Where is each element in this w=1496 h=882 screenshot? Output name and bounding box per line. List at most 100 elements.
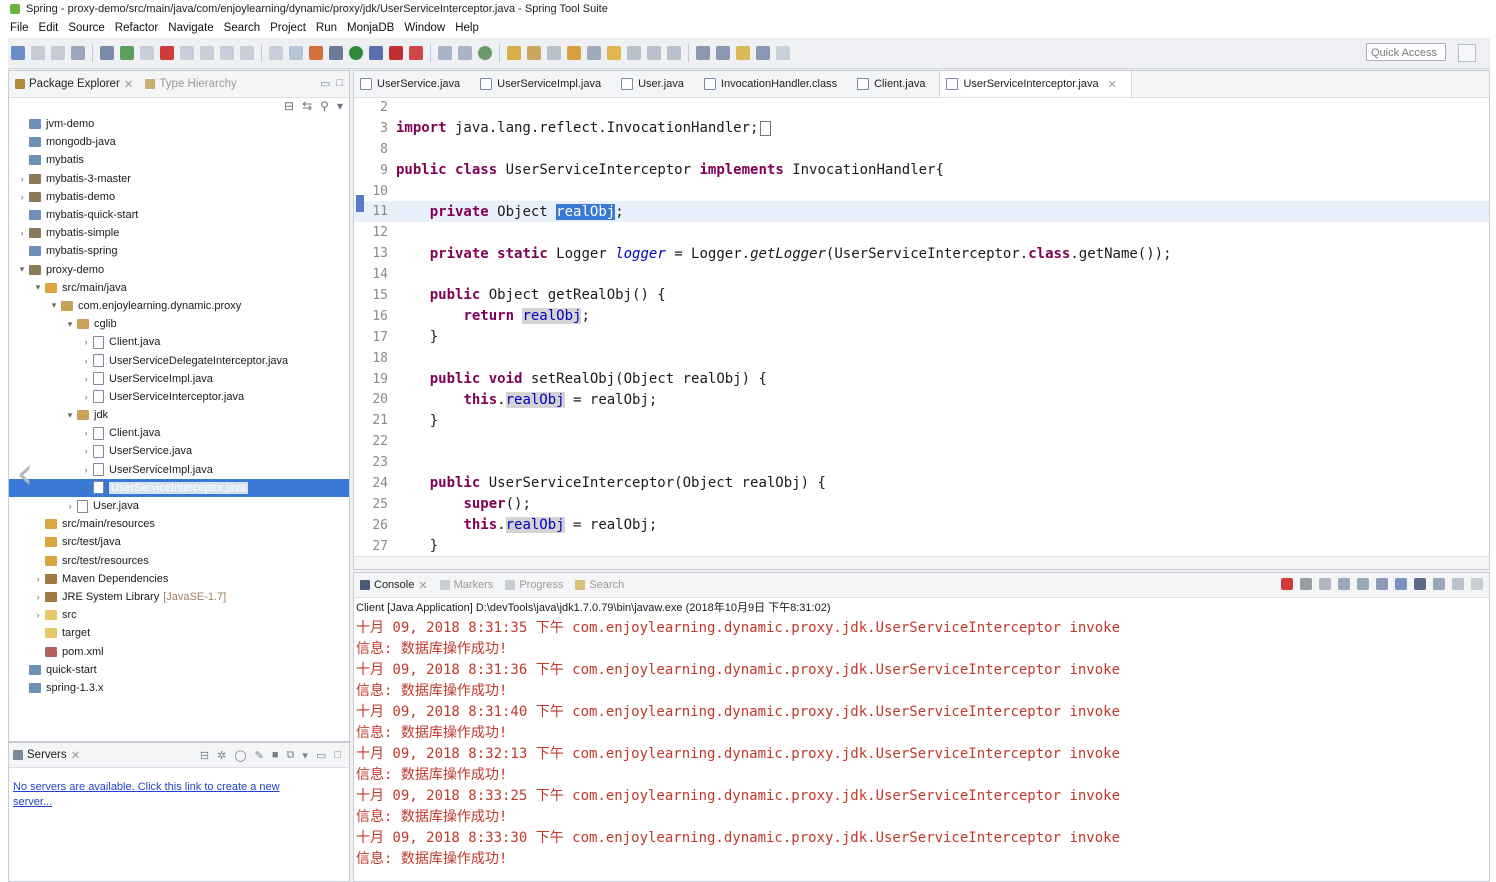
tab-package-explorer[interactable]: Package Explorer ✕ [9, 77, 139, 91]
pin-console-icon[interactable] [1414, 578, 1426, 590]
display-console-icon[interactable] [1433, 578, 1445, 590]
open-task-icon[interactable] [527, 46, 541, 60]
tree-item[interactable]: jvm-demo [9, 115, 349, 133]
step-into-icon[interactable] [200, 46, 214, 60]
editor-tab[interactable]: UserService.java [354, 71, 474, 97]
word-wrap-icon[interactable] [1376, 578, 1388, 590]
console-output[interactable]: 十月 09, 2018 8:31:35 下午 com.enjoylearning… [354, 616, 1489, 868]
menu-file[interactable]: File [8, 22, 37, 34]
menu-navigate[interactable]: Navigate [166, 22, 221, 34]
resume-icon[interactable] [120, 46, 134, 60]
remove-launch-icon[interactable] [1300, 578, 1312, 590]
tree-item[interactable]: › UserServiceDelegateInterceptor.java [9, 351, 349, 369]
chevron-right-icon[interactable]: › [81, 356, 91, 366]
tree-item[interactable]: › User.java [9, 497, 349, 515]
chevron-right-icon[interactable]: › [33, 610, 43, 620]
search-icon[interactable] [547, 46, 561, 60]
focus-icon[interactable]: ⚲ [320, 99, 329, 113]
tree-item[interactable]: › UserServiceInterceptor.java [9, 388, 349, 406]
menu-search[interactable]: Search [222, 22, 268, 34]
profile-server-icon[interactable]: ✎ [255, 749, 264, 762]
chevron-down-icon[interactable]: ▾ [65, 319, 75, 330]
tree-item[interactable]: ▾ com.enjoylearning.dynamic.proxy [9, 297, 349, 315]
terminate-icon[interactable] [160, 46, 174, 60]
tab-console[interactable]: Console ✕ [354, 579, 434, 592]
chevron-right-icon[interactable]: › [81, 337, 91, 347]
new-java-project-icon[interactable] [438, 46, 452, 60]
collapse-all-icon[interactable]: ⊟ [284, 99, 294, 113]
next-annotation-icon[interactable] [696, 46, 710, 60]
chevron-down-icon[interactable]: ▾ [17, 264, 27, 275]
chevron-down-icon[interactable]: ▾ [49, 300, 59, 311]
debug-server-icon[interactable]: ✲ [217, 749, 226, 762]
tree-item[interactable]: › JRE System Library [JavaSE-1.7] [9, 588, 349, 606]
suspend-icon[interactable] [140, 46, 154, 60]
tree-item[interactable]: › Client.java [9, 333, 349, 351]
menu-window[interactable]: Window [402, 22, 453, 34]
publish-icon[interactable]: ⧉ [287, 749, 295, 762]
maximize-icon[interactable] [1471, 578, 1483, 590]
view-menu-icon[interactable]: ▾ [337, 99, 343, 113]
new-icon[interactable] [11, 46, 25, 60]
menu-help[interactable]: Help [453, 22, 487, 34]
chevron-left-icon[interactable]: ‹ [16, 448, 34, 499]
tab-search[interactable]: Search [569, 579, 630, 591]
maximize-icon[interactable]: □ [334, 749, 341, 762]
tree-item[interactable]: › UserServiceInterceptor.java [9, 478, 349, 497]
drop-to-frame-icon[interactable] [269, 46, 283, 60]
external-tools-icon[interactable] [409, 46, 423, 60]
chevron-right-icon[interactable]: › [81, 428, 91, 438]
code-area[interactable]: 2 3 import java.lang.reflect.InvocationHa… [354, 97, 1489, 557]
quick-access-input[interactable]: Quick Access [1366, 43, 1446, 61]
print-icon[interactable] [71, 46, 85, 60]
stop-server-icon[interactable]: ■ [272, 749, 279, 762]
tab-progress[interactable]: Progress [499, 579, 569, 591]
save-all-icon[interactable] [51, 46, 65, 60]
chevron-right-icon[interactable]: › [81, 483, 91, 493]
chevron-right-icon[interactable]: › [81, 392, 91, 402]
step-over-icon[interactable] [220, 46, 234, 60]
chevron-right-icon[interactable]: › [17, 228, 27, 238]
tree-item[interactable]: src/main/resources [9, 515, 349, 533]
tab-type-hierarchy[interactable]: Type Hierarchy [139, 78, 242, 90]
last-edit-location-icon[interactable] [736, 46, 750, 60]
terminate-icon[interactable] [1281, 578, 1293, 590]
chevron-right-icon[interactable]: › [33, 592, 43, 602]
chevron-right-icon[interactable]: › [81, 374, 91, 384]
menu-project[interactable]: Project [268, 22, 314, 34]
editor-tab[interactable]: Client.java [851, 71, 939, 97]
stop-icon[interactable] [389, 46, 403, 60]
clear-console-icon[interactable] [1338, 578, 1350, 590]
chevron-right-icon[interactable]: › [65, 501, 75, 511]
tree-item[interactable]: mongodb-java [9, 133, 349, 151]
chevron-down-icon[interactable]: ▾ [65, 410, 75, 421]
open-type-icon[interactable] [507, 46, 521, 60]
horizontal-scrollbar[interactable] [354, 556, 1489, 569]
save-icon[interactable] [31, 46, 45, 60]
tree-item[interactable]: › mybatis-demo [9, 188, 349, 206]
collapse-icon[interactable]: ⊟ [200, 749, 209, 762]
open-folder-icon[interactable] [567, 46, 581, 60]
menu-refactor[interactable]: Refactor [113, 22, 166, 34]
tree-item[interactable]: ▾ src/main/java [9, 279, 349, 297]
tree-item[interactable]: ▾ jdk [9, 406, 349, 424]
chevron-right-icon[interactable]: › [81, 446, 91, 456]
tree-item[interactable]: mybatis [9, 151, 349, 169]
paragraph-icon[interactable] [667, 46, 681, 60]
close-icon[interactable]: ✕ [71, 748, 81, 762]
start-server-icon[interactable]: ◯ [234, 749, 246, 762]
tree-item[interactable]: target [9, 624, 349, 642]
minimize-icon[interactable]: ▭ [320, 77, 330, 90]
tree-item[interactable]: quick-start [9, 661, 349, 679]
tree-item[interactable]: pom.xml [9, 642, 349, 660]
new-class-icon[interactable] [478, 46, 492, 60]
highlight-icon[interactable] [607, 46, 621, 60]
use-step-filters-icon[interactable] [289, 46, 303, 60]
tree-item[interactable]: › Client.java [9, 424, 349, 442]
new-package-icon[interactable] [458, 46, 472, 60]
show-whitespace-icon[interactable] [627, 46, 641, 60]
toggle-mark-occurrences-icon[interactable] [587, 46, 601, 60]
tree-item[interactable]: › UserServiceImpl.java [9, 370, 349, 388]
close-icon[interactable]: ✕ [124, 77, 134, 91]
view-menu-icon[interactable]: ▾ [302, 749, 308, 762]
